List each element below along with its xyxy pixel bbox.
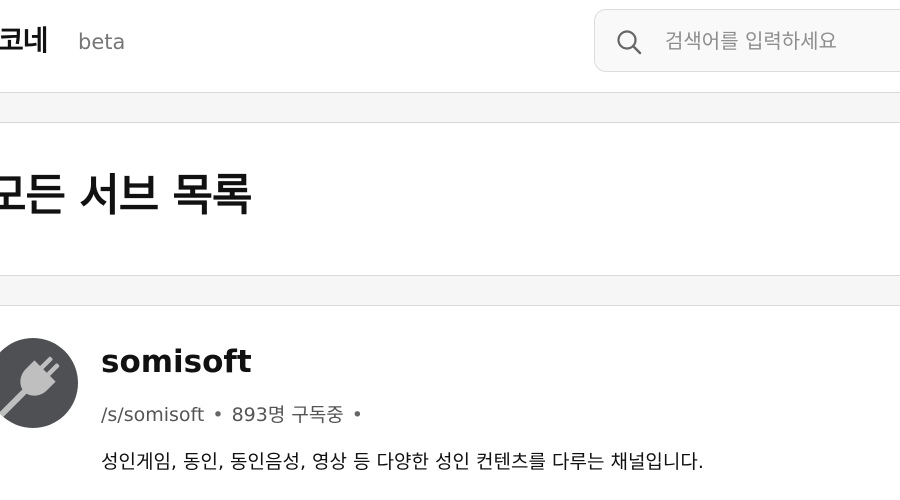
separator-dot: • (351, 404, 364, 426)
subscriber-count: 893명 구독중 (231, 404, 344, 426)
avatar[interactable] (0, 338, 78, 428)
plug-icon (0, 356, 60, 422)
channel-meta: /s/somisoft • 893명 구독중 • (101, 402, 371, 428)
title-section: 모든 서브 목록 (0, 123, 900, 276)
header: 코네 beta (0, 0, 900, 93)
channel-list-item[interactable]: somisoft /s/somisoft • 893명 구독중 • 성인게임, 동인,… (0, 306, 900, 500)
search-input[interactable] (665, 24, 900, 58)
divider-band (0, 93, 900, 123)
search-box[interactable] (594, 9, 900, 72)
page: 코네 beta 모든 서브 목록 somisoft (0, 0, 900, 500)
channel-path[interactable]: /s/somisoft (101, 404, 204, 426)
channel-name[interactable]: somisoft (101, 342, 252, 382)
logo[interactable]: 코네 (0, 24, 49, 58)
channel-description: 성인게임, 동인, 동인음성, 영상 등 다양한 성인 컨텐츠를 다루는 채널입… (101, 451, 704, 473)
divider-band (0, 276, 900, 306)
page-title: 모든 서브 목록 (0, 170, 253, 221)
beta-label: beta (78, 30, 126, 54)
separator-dot: • (212, 404, 224, 426)
search-icon[interactable] (615, 28, 643, 56)
